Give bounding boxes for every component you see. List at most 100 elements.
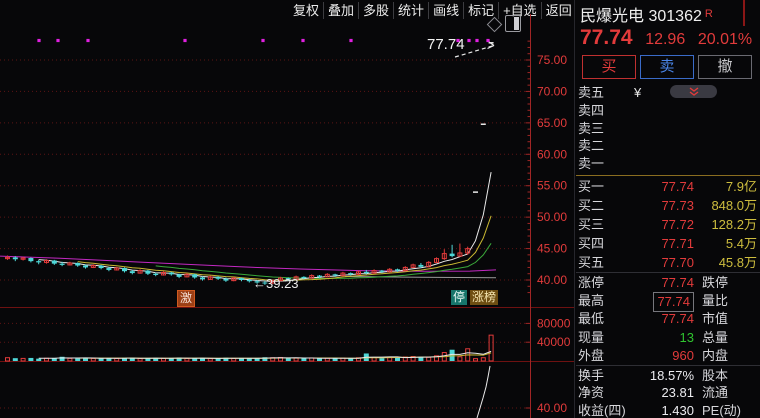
stat-label: 现量 (578, 329, 604, 347)
bid-label: 买三 (578, 215, 604, 234)
candle-down (223, 279, 228, 281)
bid-label: 买一 (578, 177, 604, 196)
event-marker-dot (183, 39, 186, 42)
stat-label-2: 量比 (702, 292, 728, 310)
candle-down (169, 272, 174, 274)
stat-value: 13 (680, 329, 694, 347)
candle-down (301, 277, 306, 278)
event-marker-dot (86, 39, 89, 42)
pane3-axis-label: 40.00 (537, 401, 567, 415)
bid-price: 77.70 (661, 253, 694, 272)
price-line: 77.74 12.96 20.01% (580, 26, 752, 50)
volume-bar-up (489, 335, 493, 361)
stat-row: 收益(四)1.430PE(动) (576, 402, 760, 418)
chart-tag[interactable]: 停 (451, 290, 467, 305)
ask-levels: 卖五¥卖四卖三卖二卖一 (576, 84, 760, 173)
stat-row: 现量 13 总量 (576, 329, 760, 347)
ask-row[interactable]: 卖二 (576, 137, 760, 155)
volume-bar-down (301, 358, 306, 361)
stat-value: 77.74 (661, 310, 694, 328)
volume-bar-up (294, 358, 298, 361)
bid-label: 买五 (578, 253, 604, 272)
candle-down (153, 274, 158, 275)
kline-chart[interactable]: 75.0070.0065.0060.0055.0050.0045.0040.00… (0, 12, 576, 418)
stat-label-2: 跌停 (702, 274, 728, 292)
panel-divider (574, 0, 575, 418)
volume-bar-up (6, 358, 10, 361)
volume-bar-down (286, 358, 291, 361)
ask-row[interactable]: 卖三 (576, 120, 760, 138)
stat-row: 最低 77.74 市值 (576, 310, 760, 328)
stat-value: 960 (672, 347, 694, 365)
bid-row[interactable]: 买一77.747.9亿 (576, 177, 760, 196)
price-axis-label: 55.00 (537, 179, 567, 193)
candle-down (36, 261, 41, 262)
volume-bar-up (162, 358, 166, 361)
volume-bar-down (28, 358, 33, 361)
volume-bar-down (379, 358, 384, 361)
bid-label: 买四 (578, 234, 604, 253)
volume-bar-down (13, 358, 18, 361)
candle-down (28, 258, 33, 261)
stat-label: 换手 (578, 367, 604, 384)
candle-down (52, 261, 57, 264)
bid-amount: 848.0万 (711, 196, 757, 215)
bid-row[interactable]: 买二77.73848.0万 (576, 196, 760, 215)
volume-bar-up (474, 359, 478, 361)
ask-row[interactable]: 卖一 (576, 155, 760, 173)
candle-down (13, 257, 18, 259)
bid-ask-separator (576, 175, 760, 176)
bid-amount: 45.8万 (719, 253, 757, 272)
pane3-indicator-line (477, 366, 490, 418)
limit-doji-candle (481, 123, 486, 125)
stat-label-2: PE(动) (702, 402, 741, 418)
price-axis-label: 45.00 (537, 242, 567, 256)
bid-row[interactable]: 买四77.715.4万 (576, 234, 760, 253)
candle-down (348, 273, 353, 274)
collapse-asks-button[interactable] (670, 85, 717, 98)
candle-down (60, 264, 65, 265)
price-axis-label: 70.00 (537, 84, 567, 98)
buy-button[interactable]: 买 (582, 55, 636, 79)
stock-title: 民爆光电 301362R (580, 2, 713, 26)
ask-label: 卖一 (578, 155, 604, 173)
registration-badge: R (705, 8, 713, 20)
stock-code: 301362 (648, 8, 701, 25)
cancel-order-button[interactable]: 撤 (698, 55, 752, 79)
ask-row[interactable]: 卖五¥ (576, 84, 760, 102)
chart-tag[interactable]: 涨榜 (470, 290, 498, 305)
volume-bar-down (317, 359, 322, 361)
candle-down (333, 274, 338, 275)
stat-row: 换手18.57%股本 (576, 367, 760, 384)
candle-down (177, 274, 182, 277)
candle-down (379, 271, 384, 272)
currency-symbol: ¥ (634, 84, 641, 102)
stat-label: 最低 (578, 310, 604, 328)
bid-price: 77.71 (661, 234, 694, 253)
event-marker-dot (467, 39, 470, 42)
stat-row: 外盘960内盘 (576, 347, 760, 365)
stat-value: 23.81 (661, 384, 694, 401)
stat-label-2: 市值 (702, 310, 728, 328)
price-axis-label: 50.00 (537, 210, 567, 224)
section-separator (576, 365, 760, 366)
bid-row[interactable]: 买三77.72128.2万 (576, 215, 760, 234)
candle-down (192, 274, 197, 277)
price-axis-label: 75.00 (537, 53, 567, 67)
bid-price: 77.73 (661, 196, 694, 215)
volume-bar-up (68, 358, 72, 361)
candle-down (106, 268, 111, 270)
app-window: 复权叠加多股统计画线标记+自选返回 75.0070.0065.0060.0055… (0, 0, 760, 418)
stat-label-2: 总量 (702, 329, 728, 347)
candle-down (450, 254, 455, 257)
last-price-callout: 77.74 (427, 36, 465, 53)
chart-tag[interactable]: 激 (177, 290, 195, 307)
volume-bar-down (450, 350, 455, 361)
ask-row[interactable]: 卖四 (576, 102, 760, 120)
event-marker-dot (261, 39, 264, 42)
sell-button[interactable]: 卖 (640, 55, 694, 79)
candle-down (216, 277, 221, 279)
volume-bar-up (427, 357, 431, 361)
current-price: 77.74 (580, 26, 633, 49)
bid-row[interactable]: 买五 77.70 45.8万 (576, 253, 760, 272)
